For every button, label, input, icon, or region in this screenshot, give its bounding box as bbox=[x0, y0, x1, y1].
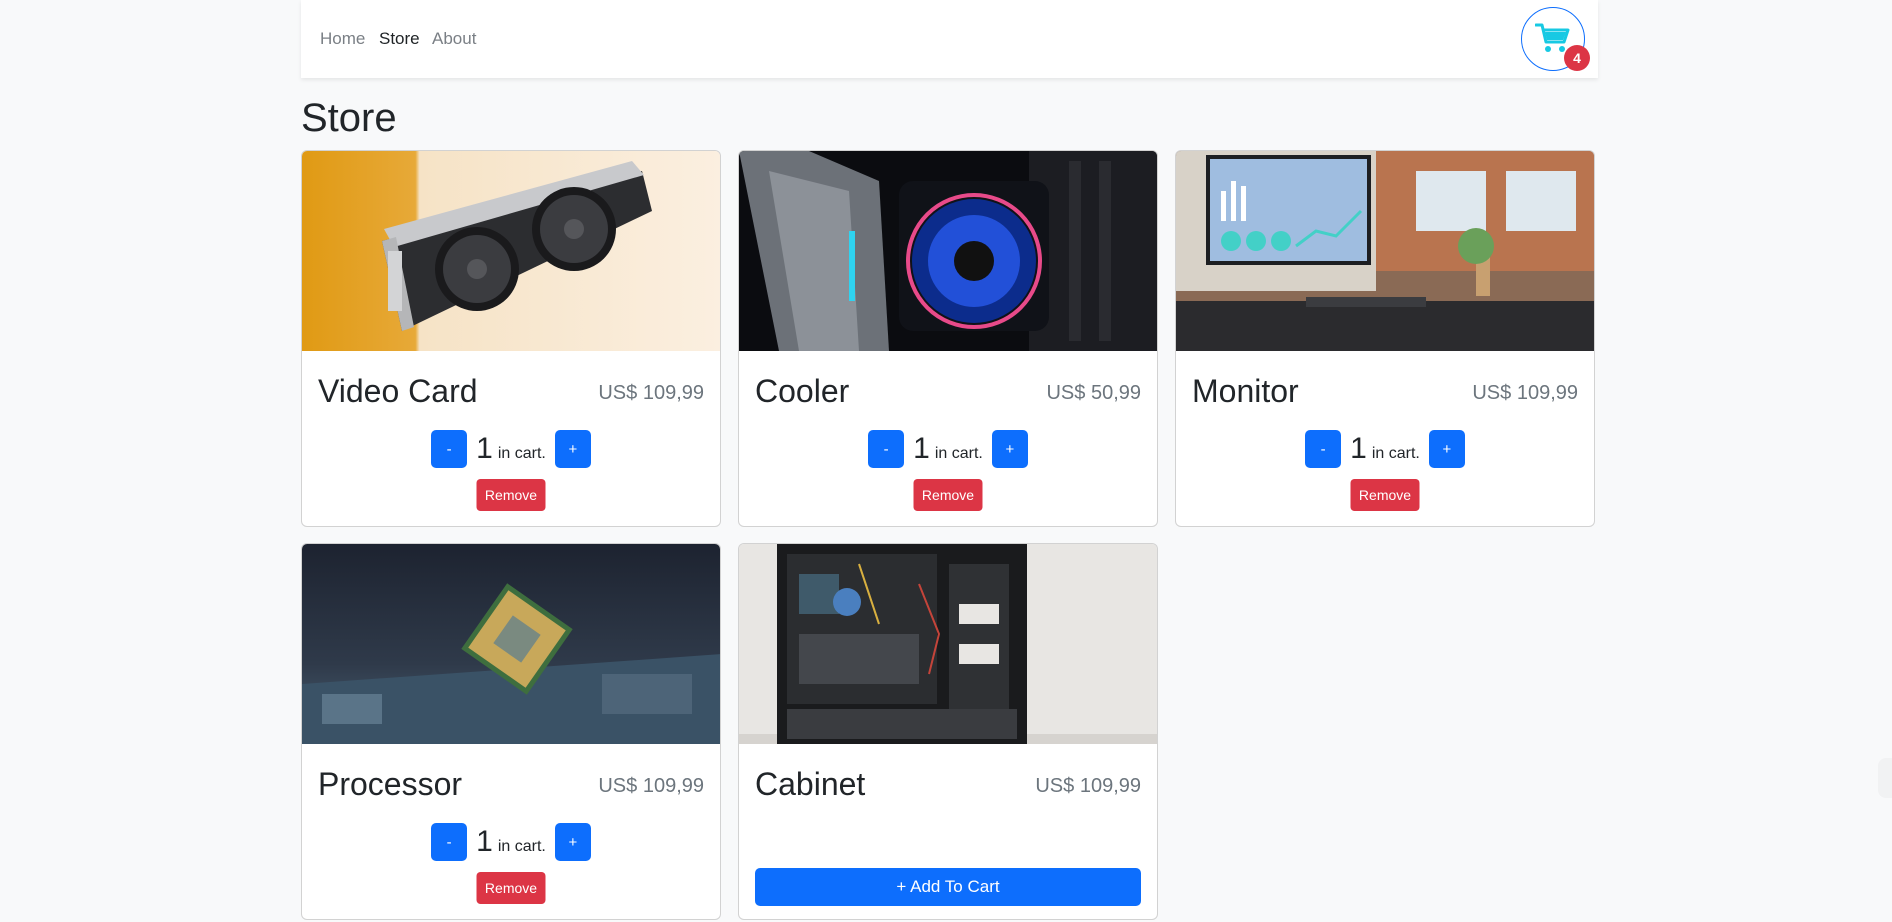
nav-link-store[interactable]: Store bbox=[379, 29, 420, 49]
quantity-value: 1 bbox=[913, 432, 930, 465]
quantity-controls: - 1 in cart. + bbox=[739, 430, 1157, 468]
remove-button[interactable]: Remove bbox=[476, 479, 546, 511]
cart-count-badge: 4 bbox=[1564, 45, 1590, 71]
navbar: Home Store About 4 bbox=[301, 0, 1598, 78]
in-cart-label: in cart. bbox=[934, 445, 983, 462]
increase-quantity-button[interactable]: + bbox=[554, 430, 591, 468]
nav-link-about[interactable]: About bbox=[432, 29, 476, 49]
product-price: US$ 50,99 bbox=[1046, 382, 1141, 404]
product-card-cabinet: Cabinet US$ 109,99 + Add To Cart bbox=[738, 543, 1158, 920]
quantity-display: 1 in cart. bbox=[913, 432, 983, 466]
product-image-monitor bbox=[1176, 151, 1594, 351]
product-price: US$ 109,99 bbox=[1035, 775, 1141, 797]
quantity-value: 1 bbox=[476, 825, 493, 858]
product-price: US$ 109,99 bbox=[598, 775, 704, 797]
increase-quantity-button[interactable]: + bbox=[554, 823, 591, 861]
decrease-quantity-button[interactable]: - bbox=[868, 430, 905, 468]
product-card-cooler: Cooler US$ 50,99 - 1 in cart. + Remove bbox=[738, 150, 1158, 527]
product-image-video-card bbox=[302, 151, 720, 351]
decrease-quantity-button[interactable]: - bbox=[431, 823, 468, 861]
quantity-value: 1 bbox=[476, 432, 493, 465]
product-card-monitor: Monitor US$ 109,99 - 1 in cart. + Remove bbox=[1175, 150, 1595, 527]
product-card-video-card: Video Card US$ 109,99 - 1 in cart. + Rem… bbox=[301, 150, 721, 527]
product-name: Cooler bbox=[755, 373, 850, 409]
quantity-controls: - 1 in cart. + bbox=[302, 823, 720, 861]
quantity-display: 1 in cart. bbox=[1350, 432, 1420, 466]
add-to-cart-button[interactable]: + Add To Cart bbox=[755, 868, 1141, 906]
remove-button[interactable]: Remove bbox=[1350, 479, 1420, 511]
product-card-processor: Processor US$ 109,99 - 1 in cart. + Remo… bbox=[301, 543, 721, 920]
product-image-processor bbox=[302, 544, 720, 744]
product-price: US$ 109,99 bbox=[598, 382, 704, 404]
quantity-controls: - 1 in cart. + bbox=[302, 430, 720, 468]
increase-quantity-button[interactable]: + bbox=[1428, 430, 1465, 468]
product-name: Video Card bbox=[318, 373, 478, 409]
quantity-value: 1 bbox=[1350, 432, 1367, 465]
product-image-cabinet bbox=[739, 544, 1157, 744]
in-cart-label: in cart. bbox=[497, 838, 546, 855]
decrease-quantity-button[interactable]: - bbox=[1305, 430, 1342, 468]
quantity-controls: - 1 in cart. + bbox=[1176, 430, 1594, 468]
product-price: US$ 109,99 bbox=[1472, 382, 1578, 404]
quantity-display: 1 in cart. bbox=[476, 825, 546, 859]
remove-button[interactable]: Remove bbox=[913, 479, 983, 511]
remove-button[interactable]: Remove bbox=[476, 872, 546, 904]
in-cart-label: in cart. bbox=[497, 445, 546, 462]
side-scroll-handle[interactable] bbox=[1878, 758, 1892, 798]
decrease-quantity-button[interactable]: - bbox=[431, 430, 468, 468]
product-name: Cabinet bbox=[755, 766, 866, 802]
page-title: Store bbox=[301, 96, 397, 140]
cart-button[interactable]: 4 bbox=[1521, 7, 1590, 71]
product-name: Monitor bbox=[1192, 373, 1299, 409]
increase-quantity-button[interactable]: + bbox=[991, 430, 1028, 468]
quantity-display: 1 in cart. bbox=[476, 432, 546, 466]
in-cart-label: in cart. bbox=[1371, 445, 1420, 462]
nav-link-home[interactable]: Home bbox=[320, 29, 365, 49]
product-name: Processor bbox=[318, 766, 463, 802]
product-image-cooler bbox=[739, 151, 1157, 351]
